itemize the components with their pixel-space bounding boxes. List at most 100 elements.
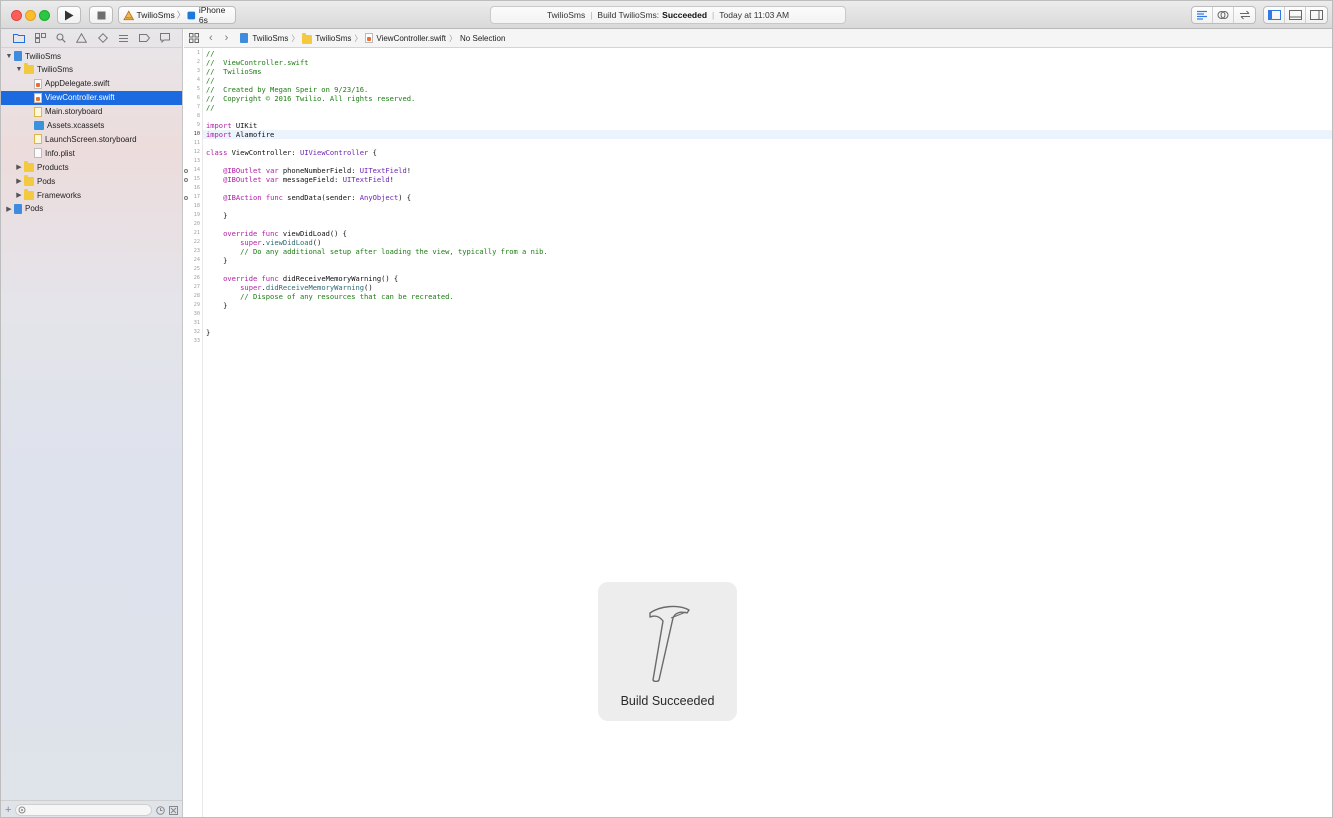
code-token: ! — [389, 175, 394, 184]
disclosure-open-icon[interactable]: ▼ — [15, 66, 23, 74]
disclosure-closed-icon[interactable]: ▶ — [15, 177, 23, 185]
file-tree-item-label: TwilioSms — [37, 65, 74, 75]
jump-crumb-group[interactable]: TwilioSms — [302, 32, 352, 44]
line-number: 19 — [193, 212, 200, 218]
line-number: 4 — [196, 77, 200, 83]
tab-debug-navigator[interactable] — [113, 29, 134, 48]
file-tree-item[interactable]: ▶ Pods — [1, 202, 182, 216]
file-tree-item[interactable]: AppDelegate.swift — [1, 77, 182, 91]
code-token: @IBOutlet — [206, 175, 262, 184]
version-editor-button[interactable] — [1234, 7, 1255, 23]
navigator-tab-bar — [1, 29, 182, 48]
file-tree-item[interactable]: Info.plist — [1, 146, 182, 160]
disclosure-open-icon[interactable]: ▼ — [5, 52, 13, 60]
file-tree-item[interactable]: Assets.xcassets — [1, 119, 182, 133]
code-line: import UIKit — [206, 121, 257, 130]
tab-issue-navigator[interactable] — [71, 29, 92, 48]
tab-test-navigator[interactable] — [92, 29, 113, 48]
code-line: @IBOutlet var phoneNumberField: UITextFi… — [206, 166, 411, 175]
folder-icon — [24, 174, 34, 186]
line-number: 11 — [193, 140, 200, 146]
file-tree-item-label: Pods — [25, 204, 44, 214]
code-token: super — [206, 238, 262, 247]
jump-crumb-symbol[interactable]: No Selection — [460, 34, 505, 43]
run-button[interactable] — [57, 6, 81, 24]
project-icon — [14, 51, 22, 61]
code-token: messageField: — [278, 175, 343, 184]
assistant-editor-button[interactable] — [1213, 7, 1234, 23]
disclosure-closed-icon[interactable]: ▶ — [15, 163, 23, 171]
outlet-connection-icon[interactable] — [184, 195, 188, 200]
toggle-debug-area-button[interactable] — [1285, 7, 1306, 23]
diamond-icon — [97, 33, 108, 43]
activity-status-result: Succeeded — [662, 10, 708, 20]
code-token: () — [364, 283, 373, 292]
jump-crumb-project[interactable]: TwilioSms — [240, 33, 288, 43]
build-status-hud: Build Succeeded — [598, 582, 737, 721]
search-icon — [56, 33, 66, 43]
forward-button[interactable]: › — [225, 32, 229, 44]
file-tree-item-label: AppDelegate.swift — [45, 79, 110, 89]
source-editor[interactable]: 1 2 3 4 5 6 7 8 9 10 11 12 13 14 15 16 17 18 19 20 21 22 23 24 2… — [184, 48, 1332, 817]
project-navigator: ▼ TwilioSms ▼ TwilioSms AppDelegate.swift Vie… — [1, 29, 183, 817]
file-tree-item[interactable]: ▶ Products — [1, 160, 182, 174]
scheme-selector[interactable]: TwilioSms 〉 iPhone 6s — [118, 5, 236, 25]
crumb-label: TwilioSms — [252, 33, 289, 43]
standard-editor-button[interactable] — [1192, 7, 1213, 23]
line-number: 9 — [196, 122, 200, 128]
crumb-label: TwilioSms — [315, 33, 352, 43]
version-editor-icon — [1239, 10, 1250, 20]
file-tree-item[interactable]: Main.storyboard — [1, 105, 182, 119]
tab-breakpoint-navigator[interactable] — [134, 29, 155, 48]
code-line: // — [206, 76, 215, 85]
code-token: // — [206, 76, 215, 85]
code-token: // Dispose of any resources that can be … — [206, 292, 454, 301]
code-token: didReceiveMemoryWarning — [265, 283, 365, 292]
file-tree-item[interactable]: ▼ TwilioSms — [1, 63, 182, 77]
file-tree-item[interactable]: ▶ Pods — [1, 174, 182, 188]
code-line: // Copyright © 2016 Twilio. All rights r… — [206, 94, 415, 103]
code-token: ViewController: — [227, 148, 300, 157]
line-number: 33 — [193, 338, 200, 344]
tab-report-navigator[interactable] — [155, 29, 176, 48]
related-items-icon[interactable] — [189, 33, 199, 43]
outlet-connection-icon[interactable] — [184, 168, 188, 173]
device-name: iPhone 6s — [198, 5, 226, 25]
tab-source-control-navigator[interactable] — [30, 29, 51, 48]
recent-files-icon[interactable] — [156, 805, 165, 815]
filter-input[interactable] — [15, 804, 152, 816]
zoom-window-button[interactable] — [39, 10, 50, 21]
tab-find-navigator[interactable] — [51, 29, 72, 48]
jump-crumb-file[interactable]: ViewController.swift — [365, 33, 446, 43]
back-button[interactable]: ‹ — [209, 32, 213, 44]
file-tree-item[interactable]: ▼ TwilioSms — [1, 49, 182, 63]
show-modified-icon[interactable] — [169, 805, 178, 815]
code-line: override func viewDidLoad() { — [206, 229, 347, 238]
code-token: class — [206, 148, 228, 157]
standard-editor-icon — [1197, 10, 1207, 20]
navigator-filter-bar: + — [1, 800, 182, 817]
file-tree-item[interactable]: ▶ Frameworks — [1, 188, 182, 202]
file-tree-item[interactable]: ViewController.swift — [1, 90, 182, 105]
disclosure-closed-icon[interactable]: ▶ — [15, 191, 23, 199]
disclosure-closed-icon[interactable]: ▶ — [5, 205, 13, 213]
utilities-panel-icon — [1310, 10, 1323, 20]
activity-project: TwilioSms — [546, 10, 586, 20]
add-icon[interactable]: + — [5, 804, 11, 816]
outlet-connection-icon[interactable] — [184, 177, 188, 182]
asset-catalog-icon — [34, 121, 44, 130]
minimize-window-button[interactable] — [25, 10, 36, 21]
tab-project-navigator[interactable] — [9, 29, 30, 48]
toggle-utilities-button[interactable] — [1306, 7, 1327, 23]
toggle-navigator-button[interactable] — [1264, 7, 1285, 23]
code-line: super.viewDidLoad() — [206, 238, 321, 247]
code-token: () — [312, 238, 322, 247]
line-number: 12 — [193, 149, 200, 155]
file-tree-item[interactable]: LaunchScreen.storyboard — [1, 132, 182, 146]
hud-message: Build Succeeded — [620, 694, 715, 708]
close-window-button[interactable] — [11, 10, 22, 21]
code-line: super.didReceiveMemoryWarning() — [206, 283, 373, 292]
file-tree-item-label: TwilioSms — [25, 51, 62, 61]
stop-button[interactable] — [89, 6, 113, 24]
activity-divider: | — [590, 10, 593, 20]
